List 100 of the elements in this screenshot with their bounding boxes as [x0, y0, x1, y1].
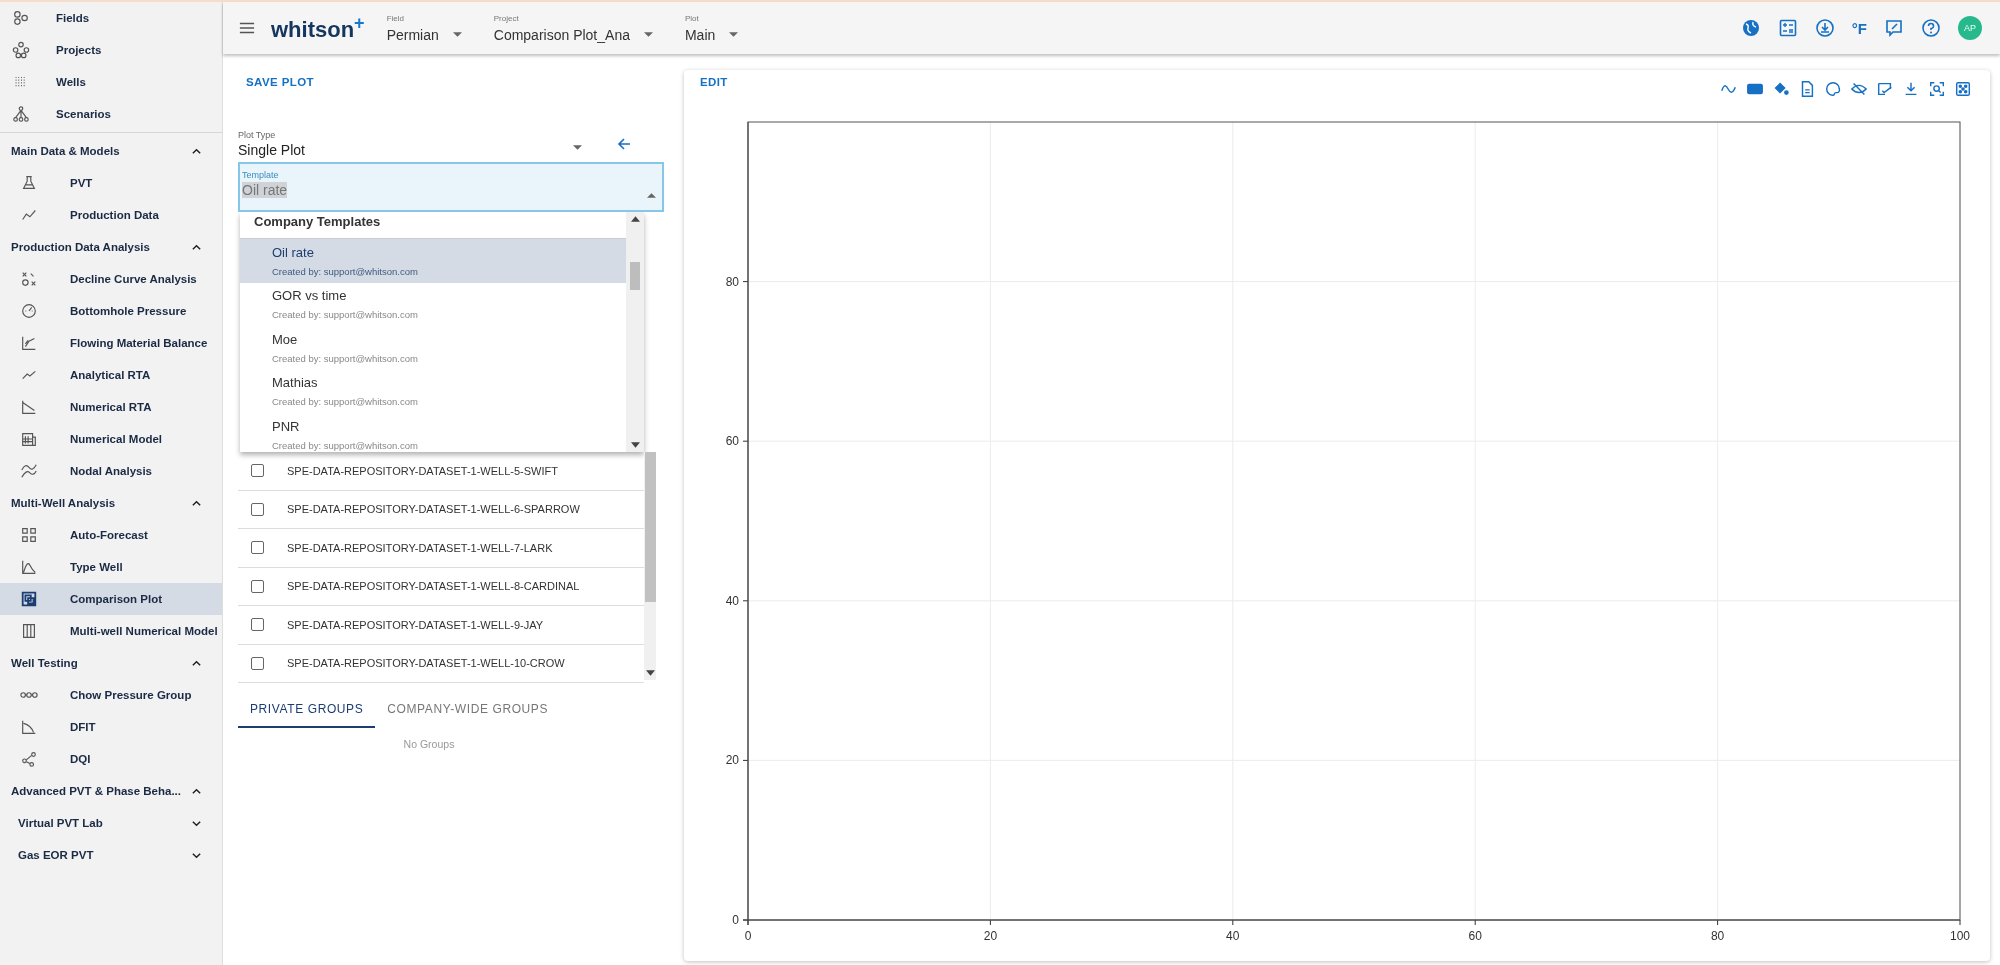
chart-axes-icon — [20, 334, 38, 352]
template-select[interactable]: Template Oil rate — [238, 162, 664, 212]
sidebar-item[interactable]: DQI — [0, 743, 222, 775]
sidebar-item[interactable]: Analytical RTA — [0, 359, 222, 391]
bell-curve-icon — [20, 558, 38, 576]
help-icon[interactable] — [1921, 18, 1941, 38]
caret-up-icon — [647, 193, 656, 198]
scrollbar-thumb[interactable] — [644, 452, 656, 602]
caret-icon — [573, 145, 582, 150]
tick-label: 20 — [983, 929, 998, 943]
scrollbar-thumb[interactable] — [630, 262, 640, 290]
sidebar-item[interactable]: Decline Curve Analysis — [0, 263, 222, 295]
menu-option[interactable]: Moe Created by: support@whitson.com — [240, 326, 626, 370]
empty-message: No Groups — [403, 738, 455, 750]
branch-icon — [20, 750, 38, 768]
scroll-down-icon[interactable] — [630, 442, 640, 448]
eye-off-icon[interactable] — [1850, 80, 1868, 98]
checkbox[interactable] — [251, 541, 264, 555]
dice-icon[interactable] — [1954, 80, 1972, 98]
menu-option[interactable]: Mathias Created by: support@whitson.com — [240, 369, 626, 413]
calculator-icon[interactable] — [1777, 18, 1798, 38]
checkbox[interactable] — [251, 502, 264, 516]
temperature-unit-button[interactable]: °F — [1851, 19, 1867, 37]
sidebar-item[interactable]: Auto-Forecast — [0, 519, 222, 551]
menu-option[interactable]: GOR vs time Created by: support@whitson.com — [240, 282, 626, 326]
caret-icon — [452, 32, 462, 37]
network-icon — [12, 41, 30, 59]
download-icon[interactable] — [1814, 18, 1835, 38]
sidebar-item[interactable]: Comparison Plot — [0, 583, 222, 615]
tab[interactable]: PRIVATE GROUPS — [238, 692, 376, 728]
nav-item[interactable]: Fields — [0, 2, 222, 34]
sidebar-item[interactable]: DFIT — [0, 711, 222, 743]
columns-icon — [20, 622, 38, 640]
well-name: SPE-DATA-REPOSITORY-DATASET-1-WELL-9-JAY — [287, 618, 544, 631]
section-header[interactable]: Advanced PVT & Phase Beha... — [0, 775, 222, 807]
dots-line-icon — [20, 692, 38, 698]
feedback-icon[interactable] — [1884, 18, 1904, 38]
selector-dropdown[interactable]: Field Permian — [386, 13, 462, 43]
scrollbar[interactable] — [626, 212, 644, 452]
sidebar-item[interactable]: Type Well — [0, 551, 222, 583]
building-grid-icon — [20, 430, 38, 448]
back-arrow-icon[interactable] — [616, 136, 632, 152]
section-header[interactable]: Well Testing — [0, 647, 222, 679]
menu-option[interactable]: Oil rate Created by: support@whitson.com — [240, 239, 626, 283]
menu-option[interactable]: PNR Created by: support@whitson.com — [240, 413, 626, 457]
logo: whitson$^{+}$ — [271, 12, 365, 44]
checkbox[interactable] — [251, 579, 264, 593]
tick-label: 60 — [1468, 929, 1482, 943]
sidebar-item[interactable]: Numerical RTA — [0, 391, 222, 423]
nav-item[interactable]: Wells — [0, 66, 222, 98]
scrollbar[interactable] — [644, 452, 656, 680]
selector-dropdown[interactable]: Plot Main — [684, 13, 739, 43]
sidebar-item[interactable]: PVT — [0, 167, 222, 199]
plot-type-select[interactable]: Plot Type Single Plot — [238, 126, 588, 162]
flask-icon — [20, 174, 38, 192]
circles-icon — [12, 9, 30, 27]
tick-label: 80 — [1710, 929, 1725, 943]
curve-corner-icon — [20, 718, 38, 736]
tiles-icon — [20, 526, 38, 544]
tick-label: 0 — [732, 913, 739, 927]
selector-dropdown[interactable]: Project Comparison Plot_Ana — [493, 13, 653, 43]
sidebar-item[interactable]: Nodal Analysis — [0, 455, 222, 487]
zoom-frame-icon[interactable] — [1928, 80, 1946, 98]
well-name: SPE-DATA-REPOSITORY-DATASET-1-WELL-7-LARK — [287, 541, 553, 554]
section-header[interactable]: Production Data Analysis — [0, 231, 222, 263]
sidebar-item[interactable]: Multi-well Numerical Model — [0, 615, 222, 647]
tick-label: 60 — [725, 434, 739, 449]
globe-icon[interactable] — [1740, 18, 1761, 38]
tab[interactable]: COMPANY-WIDE GROUPS — [375, 692, 561, 728]
paint-bucket-icon[interactable] — [1772, 80, 1790, 98]
scatter-icon — [20, 270, 38, 288]
tick-label: 40 — [1226, 929, 1240, 943]
edit-button[interactable]: EDIT — [692, 70, 736, 94]
caret-icon — [729, 32, 739, 37]
well-name: SPE-DATA-REPOSITORY-DATASET-1-WELL-10-CROW — [287, 657, 565, 670]
scroll-down-icon[interactable] — [645, 670, 655, 676]
sidebar-item[interactable]: Chow Pressure Group — [0, 679, 222, 711]
section-header[interactable]: Multi-Well Analysis — [0, 487, 222, 519]
checkbox[interactable] — [251, 464, 264, 478]
well-name: SPE-DATA-REPOSITORY-DATASET-1-WELL-5-SWIFT — [287, 464, 558, 477]
scroll-up-icon[interactable] — [630, 216, 640, 222]
checkbox[interactable] — [251, 656, 264, 670]
subsection-header[interactable]: Gas EOR PVT — [0, 839, 222, 871]
tick-label: 100 — [1950, 929, 1970, 943]
tick-label: 80 — [725, 274, 739, 289]
decline-icon — [20, 398, 38, 416]
edit-note-icon[interactable] — [1876, 80, 1894, 98]
section-header[interactable]: Main Data & Models — [0, 135, 222, 167]
tick-label: 20 — [725, 753, 739, 768]
sidebar-item[interactable]: Flowing Material Balance — [0, 327, 222, 359]
sidebar-item[interactable]: Production Data — [0, 199, 222, 231]
sidebar-item[interactable]: Numerical Model — [0, 423, 222, 455]
menu-icon[interactable] — [239, 22, 255, 34]
tick-label: 0 — [744, 929, 752, 943]
subsection-header[interactable]: Virtual PVT Lab — [0, 807, 222, 839]
nav-item[interactable]: Scenarios — [0, 98, 222, 130]
nav-item[interactable]: Projects — [0, 34, 222, 66]
sidebar-item[interactable]: Bottomhole Pressure — [0, 295, 222, 327]
checkbox[interactable] — [251, 618, 264, 632]
save-plot-button[interactable]: SAVE PLOT — [238, 70, 322, 94]
